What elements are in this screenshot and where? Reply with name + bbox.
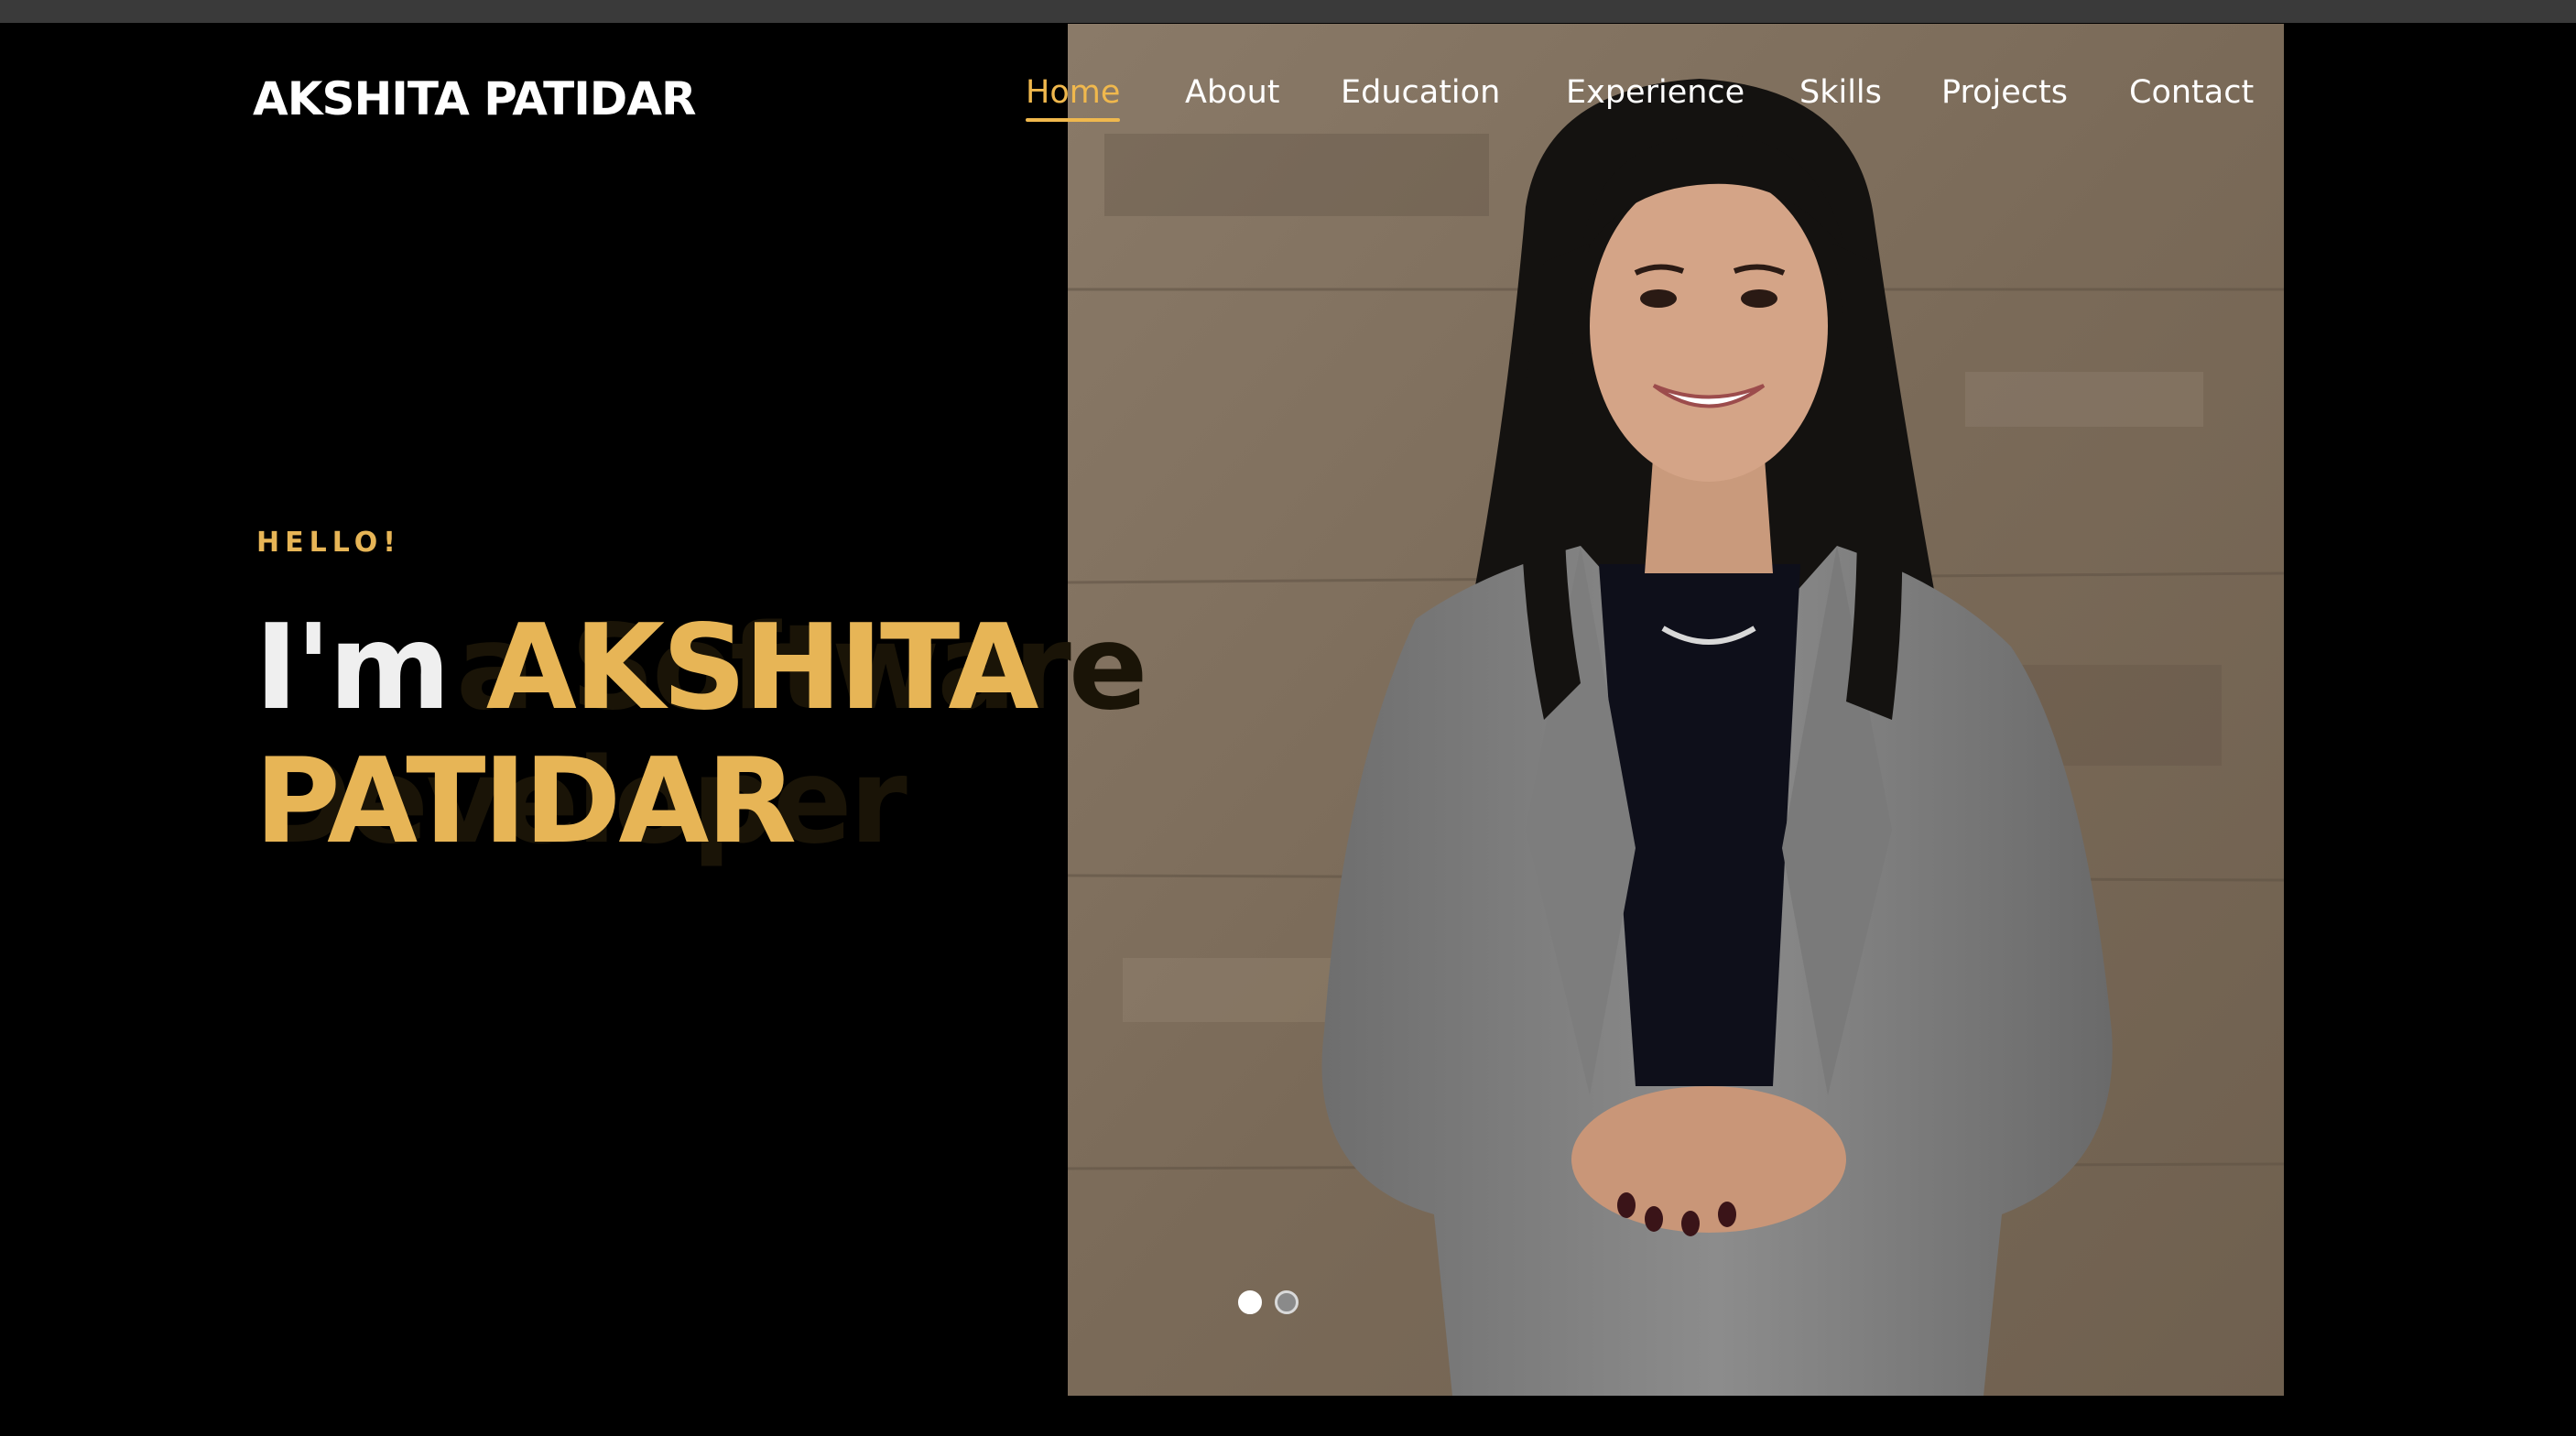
hero-greeting: HELLO! xyxy=(256,527,401,559)
nav-skills[interactable]: Skills xyxy=(1799,74,1882,111)
hero-headline: a Software Developer I'm AKSHITA PATIDAR xyxy=(255,602,1147,869)
main-nav: Home About Education Experience Skills P… xyxy=(1026,74,2254,129)
profile-photo xyxy=(1068,24,2284,1396)
nav-home-label: Home xyxy=(1026,74,1121,111)
nav-home[interactable]: Home xyxy=(1026,74,1121,122)
hero-name-last: PATIDAR xyxy=(255,734,797,870)
nav-contact[interactable]: Contact xyxy=(2129,74,2254,111)
nav-projects[interactable]: Projects xyxy=(1941,74,2068,111)
active-nav-underline xyxy=(1026,118,1121,122)
hero-name-first: AKSHITA xyxy=(485,600,1039,736)
nav-about[interactable]: About xyxy=(1185,74,1279,111)
hero-page: AKSHITA PATIDAR Home About Education Exp… xyxy=(0,23,2576,1436)
slider-dot-1[interactable] xyxy=(1238,1290,1262,1314)
hero-intro: I'm xyxy=(255,600,486,736)
nav-education[interactable]: Education xyxy=(1341,74,1500,111)
hero-name-block: I'm AKSHITA PATIDAR xyxy=(255,602,1079,869)
slider-dots xyxy=(1238,1290,1299,1314)
nav-experience[interactable]: Experience xyxy=(1566,74,1745,111)
browser-top-bar xyxy=(0,0,2576,23)
site-logo[interactable]: AKSHITA PATIDAR xyxy=(253,72,697,125)
slider-dot-2[interactable] xyxy=(1275,1290,1299,1314)
